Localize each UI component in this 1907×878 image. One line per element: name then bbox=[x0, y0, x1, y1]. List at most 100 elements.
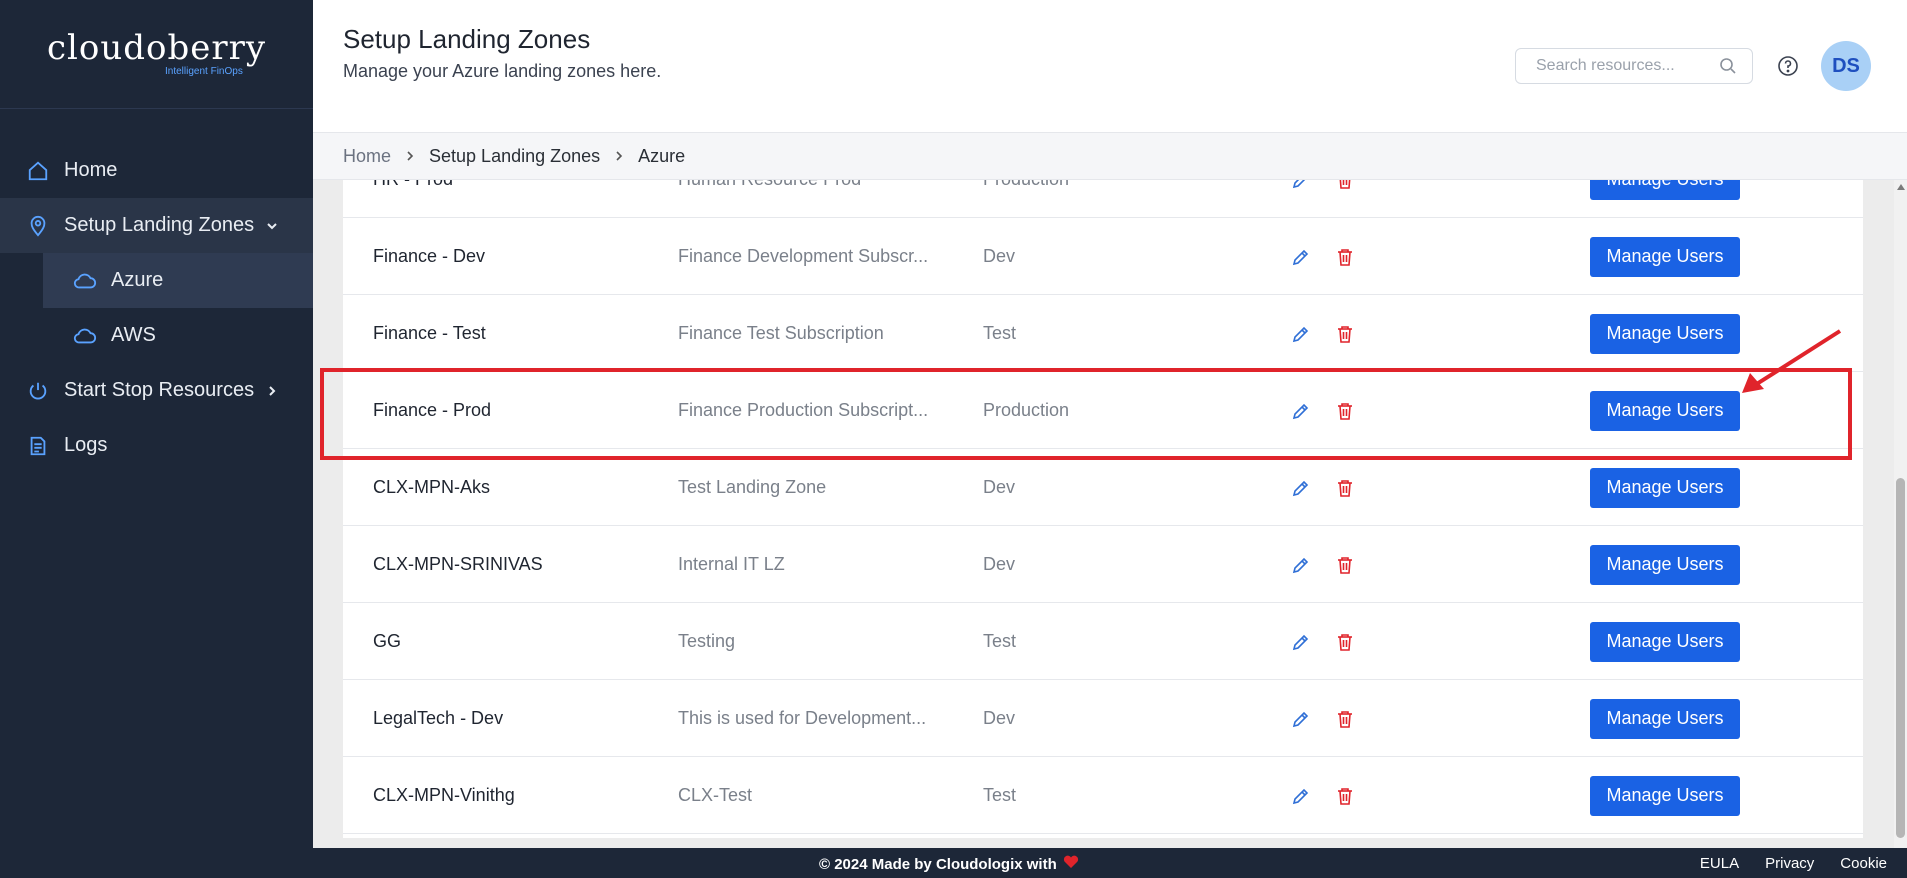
footer: © 2024 Made by Cloudologix with EULA Pri… bbox=[313, 848, 1907, 878]
table-row: CLX-MPN-SRINIVAS Internal IT LZ Dev Mana… bbox=[343, 526, 1863, 603]
manage-users-cell: Manage Users bbox=[1590, 180, 1740, 218]
manage-users-cell: Manage Users bbox=[1590, 757, 1740, 834]
zone-environment: Dev bbox=[983, 554, 1016, 574]
cloud-icon bbox=[71, 267, 99, 295]
sidebar: cloudoberry Intelligent FinOps Home Setu… bbox=[0, 0, 313, 878]
breadcrumb: Home Setup Landing Zones Azure bbox=[313, 132, 1907, 180]
breadcrumb-azure: Azure bbox=[638, 145, 686, 166]
sidebar-divider bbox=[0, 108, 313, 109]
trash-icon[interactable] bbox=[1336, 372, 1354, 449]
manage-users-cell: Manage Users bbox=[1590, 218, 1740, 295]
table-row: LegalTech - Dev This is used for Develop… bbox=[343, 680, 1863, 757]
cloud-icon bbox=[71, 322, 99, 350]
edit-icon[interactable] bbox=[1291, 180, 1311, 218]
manage-users-cell: Manage Users bbox=[1590, 449, 1740, 526]
manage-users-cell: Manage Users bbox=[1590, 372, 1740, 449]
sidebar-item-setup-landing-zones[interactable]: Setup Landing Zones bbox=[0, 198, 313, 253]
trash-icon[interactable] bbox=[1336, 180, 1354, 218]
zone-environment: Production bbox=[983, 180, 1069, 218]
zone-name: Finance - Dev bbox=[373, 246, 486, 266]
manage-users-cell: Manage Users bbox=[1590, 680, 1740, 757]
avatar[interactable]: DS bbox=[1821, 41, 1871, 91]
edit-icon[interactable] bbox=[1291, 757, 1311, 834]
zone-description: Finance Development Subscr... bbox=[678, 246, 928, 266]
manage-users-button[interactable]: Manage Users bbox=[1590, 467, 1740, 508]
scrollbar-thumb[interactable] bbox=[1896, 478, 1905, 838]
sidebar-item-aws[interactable]: AWS bbox=[43, 308, 313, 363]
sidebar-item-label: Setup Landing Zones bbox=[64, 214, 255, 236]
brand-logo[interactable]: cloudoberry Intelligent FinOps bbox=[0, 28, 313, 77]
scroll-up-arrow-icon[interactable] bbox=[1897, 184, 1905, 190]
zone-description: Finance Production Subscript... bbox=[678, 400, 928, 420]
heart-icon bbox=[1063, 855, 1079, 873]
sidebar-item-label: Azure bbox=[111, 269, 164, 291]
edit-icon[interactable] bbox=[1291, 372, 1311, 449]
home-icon bbox=[24, 157, 52, 185]
breadcrumb-home[interactable]: Home bbox=[343, 146, 391, 167]
zone-name: LegalTech - Dev bbox=[373, 708, 504, 728]
edit-icon[interactable] bbox=[1291, 526, 1311, 603]
trash-icon[interactable] bbox=[1336, 295, 1354, 372]
manage-users-cell: Manage Users bbox=[1590, 295, 1740, 372]
zone-description: This is used for Development... bbox=[678, 708, 927, 728]
sidebar-item-logs[interactable]: Logs bbox=[0, 418, 313, 473]
zone-name: CLX-MPN-Aks bbox=[373, 477, 491, 497]
table-row: CLX-MPN-Vinithg CLX-Test Test Manage Use… bbox=[343, 757, 1863, 834]
manage-users-button[interactable]: Manage Users bbox=[1590, 236, 1740, 277]
manage-users-button[interactable]: Manage Users bbox=[1590, 180, 1740, 200]
manage-users-button[interactable]: Manage Users bbox=[1590, 775, 1740, 816]
landing-zones-table: HR - Prod Human Resource Prod Production… bbox=[343, 180, 1863, 838]
manage-users-button[interactable]: Manage Users bbox=[1590, 621, 1740, 662]
trash-icon[interactable] bbox=[1336, 449, 1354, 526]
content-area: HR - Prod Human Resource Prod Production… bbox=[313, 180, 1907, 848]
zone-name: HR - Prod bbox=[373, 180, 453, 218]
search-icon[interactable] bbox=[1718, 56, 1738, 76]
zone-description: CLX-Test bbox=[678, 785, 753, 805]
trash-icon[interactable] bbox=[1336, 680, 1354, 757]
manage-users-button[interactable]: Manage Users bbox=[1590, 313, 1740, 354]
footer-link-eula[interactable]: EULA bbox=[1700, 855, 1739, 872]
edit-icon[interactable] bbox=[1291, 603, 1311, 680]
trash-icon[interactable] bbox=[1336, 526, 1354, 603]
zone-environment: Production bbox=[983, 400, 1070, 420]
trash-icon[interactable] bbox=[1336, 757, 1354, 834]
manage-users-button[interactable]: Manage Users bbox=[1590, 544, 1740, 585]
sidebar-item-azure[interactable]: Azure bbox=[43, 253, 313, 308]
sidebar-item-label: AWS bbox=[111, 324, 156, 346]
edit-icon[interactable] bbox=[1291, 680, 1311, 757]
manage-users-button[interactable]: Manage Users bbox=[1590, 698, 1740, 739]
search-box[interactable] bbox=[1515, 48, 1753, 84]
zone-environment: Dev bbox=[983, 246, 1016, 266]
edit-icon[interactable] bbox=[1291, 449, 1311, 526]
sidebar-item-home[interactable]: Home bbox=[0, 143, 313, 198]
document-list-icon bbox=[24, 432, 52, 460]
zone-environment: Test bbox=[983, 323, 1017, 343]
edit-icon[interactable] bbox=[1291, 218, 1311, 295]
zone-name: Finance - Test bbox=[373, 323, 486, 343]
footer-links: EULA Privacy Cookie bbox=[1700, 855, 1887, 872]
edit-icon[interactable] bbox=[1291, 295, 1311, 372]
zone-description: Finance Test Subscription bbox=[678, 323, 884, 343]
zone-description: Human Resource Prod bbox=[678, 180, 928, 218]
table-row: HR - Prod Human Resource Prod Production… bbox=[343, 180, 1863, 218]
copyright-text: © 2024 Made by Cloudologix with bbox=[819, 855, 1057, 873]
search-input[interactable] bbox=[1534, 56, 1718, 76]
chevron-right-icon bbox=[614, 150, 624, 162]
zone-name: CLX-MPN-Vinithg bbox=[373, 785, 515, 805]
table-row: Finance - Prod Finance Production Subscr… bbox=[343, 372, 1863, 449]
power-icon bbox=[24, 377, 52, 405]
help-icon[interactable] bbox=[1777, 55, 1799, 77]
footer-link-cookie[interactable]: Cookie bbox=[1840, 855, 1887, 872]
zone-description: Internal IT LZ bbox=[678, 554, 785, 574]
trash-icon[interactable] bbox=[1336, 603, 1354, 680]
zone-environment: Test bbox=[983, 785, 1017, 805]
footer-link-privacy[interactable]: Privacy bbox=[1765, 855, 1814, 872]
scrollbar[interactable] bbox=[1894, 180, 1907, 848]
trash-icon[interactable] bbox=[1336, 218, 1354, 295]
breadcrumb-setup-landing-zones[interactable]: Setup Landing Zones bbox=[429, 146, 600, 167]
chevron-right-icon bbox=[265, 381, 279, 404]
manage-users-button[interactable]: Manage Users bbox=[1590, 390, 1740, 431]
sidebar-item-start-stop-resources[interactable]: Start Stop Resources bbox=[0, 363, 313, 418]
table-row: GG Testing Test Manage Users bbox=[343, 603, 1863, 680]
zone-name: GG bbox=[373, 631, 402, 651]
